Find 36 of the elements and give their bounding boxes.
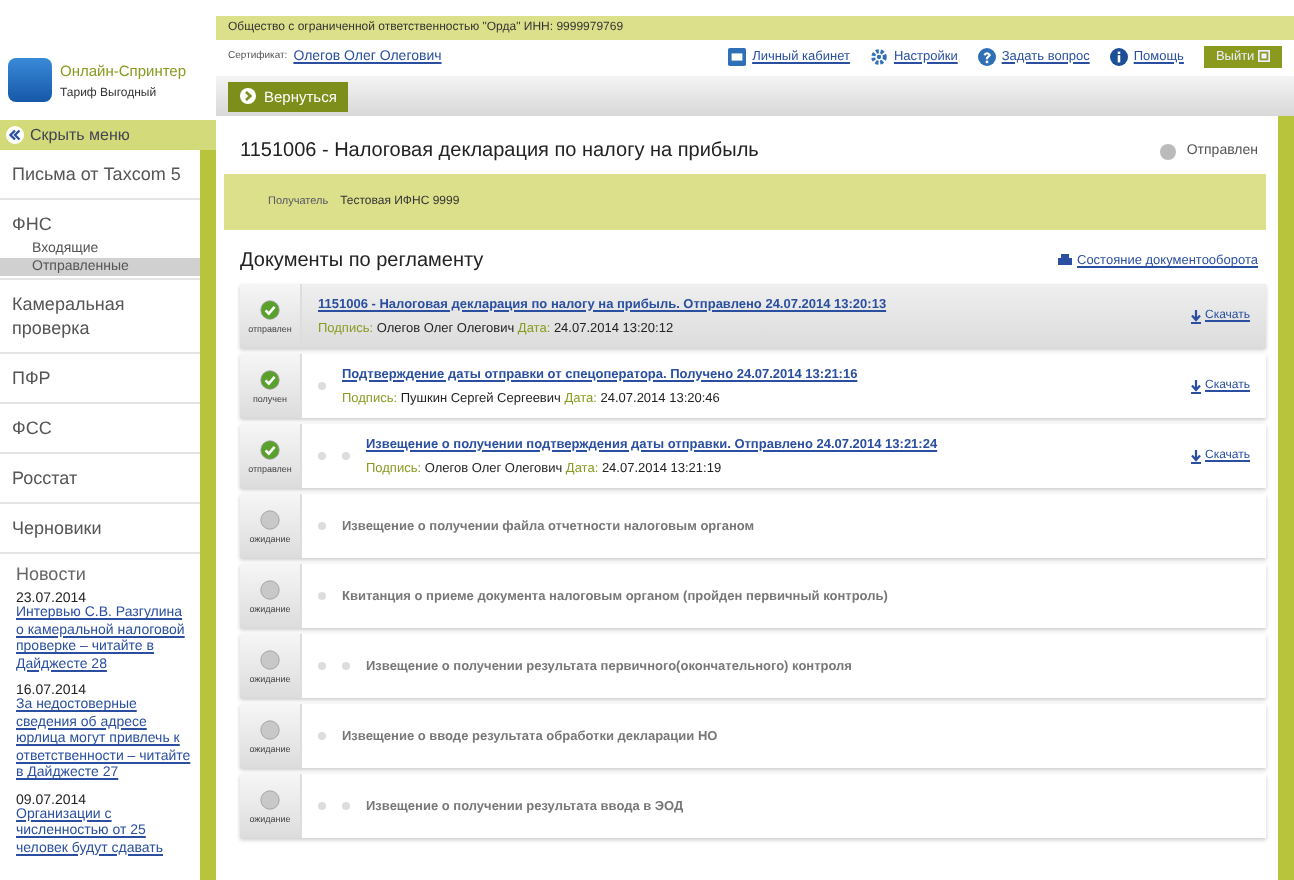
bullet-icon [318, 522, 326, 530]
bullet-icon [342, 452, 350, 460]
chevron-icon [240, 88, 256, 104]
bullet-icon [318, 732, 326, 740]
help-icon [977, 47, 996, 65]
download-icon [1189, 449, 1201, 463]
hide-menu-bar[interactable]: Скрыть меню [0, 120, 216, 150]
scrollbar[interactable] [1278, 116, 1294, 880]
download-icon [1189, 309, 1201, 323]
bullet-icon [318, 802, 326, 810]
check-icon [260, 369, 280, 389]
info-icon [1109, 47, 1128, 65]
news-heading: Новости [14, 562, 88, 588]
section-heading: Документы по регламенту [240, 250, 484, 272]
bullet-icon [318, 382, 326, 390]
bullet-icon [342, 662, 350, 670]
circle-icon [260, 719, 280, 739]
circle-icon [260, 649, 280, 669]
bullet-icon [342, 802, 350, 810]
check-icon [260, 299, 280, 319]
bullet-icon [318, 592, 326, 600]
check-icon [260, 439, 280, 459]
scrollbar[interactable] [200, 150, 216, 880]
hide-menu-label: Скрыть меню [30, 126, 130, 144]
status-dot-icon [1160, 143, 1177, 159]
bullet-icon [318, 662, 326, 670]
download-icon [1189, 379, 1201, 393]
bullet-icon [318, 452, 326, 460]
circle-icon [260, 509, 280, 529]
double-chevron-icon [6, 126, 24, 144]
circle-icon [260, 579, 280, 599]
gear-icon [869, 47, 888, 65]
circle-icon [260, 789, 280, 809]
menu-item[interactable]: ФНС [0, 200, 200, 240]
app-logo [8, 58, 52, 102]
document-heading: 1151006 - Налоговая декларация по налогу на прибыль [240, 140, 759, 162]
